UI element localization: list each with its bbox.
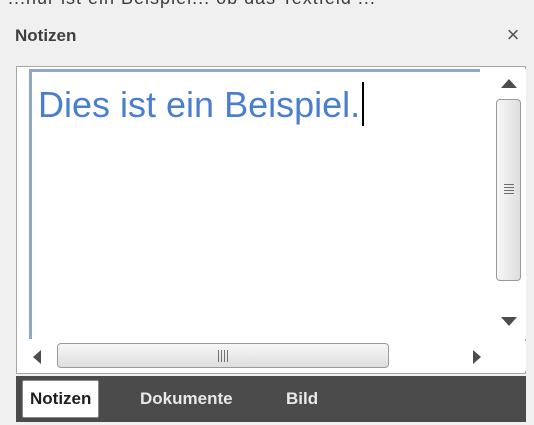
notes-text: Dies ist ein Beispiel.: [38, 84, 361, 125]
vertical-scrollbar[interactable]: [494, 69, 526, 339]
panel-title: Notizen: [15, 26, 77, 45]
scroll-right-arrow-icon[interactable]: [473, 350, 481, 364]
scroll-down-arrow-icon[interactable]: [501, 317, 517, 326]
horizontal-scrollbar[interactable]: [29, 341, 494, 371]
notes-panel: ...nur ist ein Beispiel... ob das Textfe…: [0, 0, 534, 425]
scrollbar-corner: [494, 341, 526, 371]
notes-textarea[interactable]: Dies ist ein Beispiel.: [29, 69, 480, 339]
vertical-scroll-thumb[interactable]: [496, 99, 521, 281]
vertical-grip-icon: [504, 184, 514, 196]
panel-header: Notizen ×: [0, 10, 534, 60]
tab-bar: Notizen Dokumente Bild: [16, 376, 526, 422]
notes-editor: Dies ist ein Beispiel.: [16, 66, 526, 374]
close-button[interactable]: ×: [502, 24, 524, 46]
cropped-top-text: ...nur ist ein Beispiel... ob das Textfe…: [8, 0, 376, 9]
tab-bild[interactable]: Bild: [286, 376, 318, 422]
close-icon: ×: [506, 22, 520, 47]
text-caret: [362, 82, 365, 126]
scroll-left-arrow-icon[interactable]: [33, 350, 41, 364]
notes-text-content: Dies ist ein Beispiel.: [38, 82, 365, 126]
tab-notizen[interactable]: Notizen: [22, 380, 100, 418]
horizontal-grip-icon: [218, 350, 228, 362]
horizontal-scroll-thumb[interactable]: [57, 343, 389, 368]
tab-dokumente[interactable]: Dokumente: [140, 376, 233, 422]
scroll-up-arrow-icon[interactable]: [501, 79, 517, 88]
